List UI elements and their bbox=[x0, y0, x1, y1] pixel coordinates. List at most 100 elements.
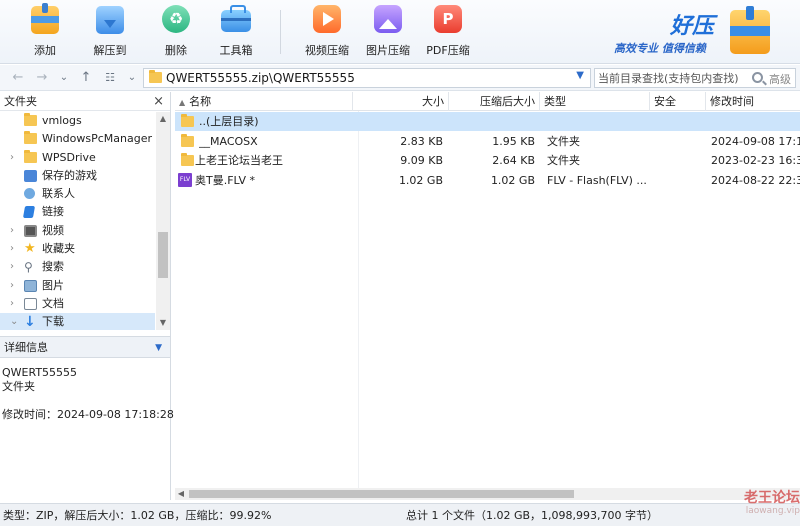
chevron-right-icon[interactable]: › bbox=[10, 277, 14, 295]
column-name-label: 名称 bbox=[189, 95, 212, 108]
recycle-icon: ♻ bbox=[159, 2, 193, 36]
chevron-right-icon[interactable]: › bbox=[10, 149, 14, 167]
file-name: 上老王论坛当老王 bbox=[195, 154, 283, 167]
tree-item-windowspcmanager[interactable]: WindowsPcManager bbox=[0, 130, 155, 148]
video-compress-icon bbox=[310, 2, 344, 36]
video-compress-label: 视频压缩 bbox=[305, 44, 349, 57]
tree-item-label: 链接 bbox=[42, 205, 64, 219]
video-compress-button[interactable]: 视频压缩 bbox=[296, 2, 358, 62]
scroll-up-icon[interactable]: ▲ bbox=[156, 112, 170, 126]
details-header[interactable]: 详细信息 ▼ bbox=[0, 336, 170, 358]
add-box-icon bbox=[28, 2, 62, 36]
tree-item-links[interactable]: 链接 bbox=[0, 203, 155, 221]
search-input[interactable] bbox=[595, 69, 763, 87]
file-row[interactable]: __MACOSX 2.83 KB 1.95 KB 文件夹 2024-09-08 … bbox=[175, 132, 800, 151]
toolbar: 添加 解压到 ♻ 删除 工具箱 视频压缩 图片压缩 P PDF压缩 好压 高效专… bbox=[0, 0, 800, 64]
file-size: 9.09 KB bbox=[400, 154, 443, 167]
file-name: __MACOSX bbox=[199, 135, 258, 148]
search-icon[interactable] bbox=[752, 72, 763, 83]
chevron-right-icon[interactable]: › bbox=[10, 258, 14, 276]
file-name: ..(上层目录) bbox=[199, 115, 259, 128]
tree-item-videos[interactable]: › 视频 bbox=[0, 222, 155, 240]
chevron-right-icon[interactable]: › bbox=[10, 295, 14, 313]
tree-item-favorites[interactable]: › ★ 收藏夹 bbox=[0, 240, 155, 258]
folder-icon bbox=[181, 134, 194, 147]
chevron-right-icon[interactable]: › bbox=[10, 222, 14, 240]
toolbox-button[interactable]: 工具箱 bbox=[205, 2, 267, 62]
contacts-icon bbox=[24, 188, 35, 200]
file-list-horizontal-scrollbar[interactable]: ◀ bbox=[175, 488, 800, 500]
file-row-parent-dir[interactable]: ..(上层目录) bbox=[175, 112, 800, 131]
view-chevron-icon[interactable]: ⌄ bbox=[124, 69, 140, 87]
folder-icon bbox=[24, 149, 37, 163]
tree-item-downloads[interactable]: ⌄ ↓ 下载 bbox=[0, 313, 155, 330]
left-pane: 文件夹 × vmlogs WindowsPcManager › WPSDrive… bbox=[0, 92, 174, 500]
forward-arrow-icon[interactable]: → bbox=[34, 69, 50, 87]
file-size: 2.83 KB bbox=[400, 135, 443, 148]
chevron-down-icon[interactable]: ⌄ bbox=[10, 313, 18, 330]
image-compress-icon bbox=[371, 2, 405, 36]
file-modified: 2024-08-22 22:39 bbox=[711, 174, 800, 187]
image-compress-button[interactable]: 图片压缩 bbox=[357, 2, 419, 62]
watermark: 老王论坛 laowang.vip bbox=[722, 490, 800, 516]
tree-item-documents[interactable]: › 文档 bbox=[0, 295, 155, 313]
file-row[interactable]: 上老王论坛当老王 9.09 KB 2.64 KB 文件夹 2023-02-23 … bbox=[175, 151, 800, 170]
saved-games-icon bbox=[24, 169, 37, 182]
tree-item-label: 联系人 bbox=[42, 187, 75, 201]
view-toggle-icon[interactable]: ☷ bbox=[102, 69, 118, 87]
folder-tree: vmlogs WindowsPcManager › WPSDrive 保存的游戏… bbox=[0, 112, 155, 330]
folder-icon bbox=[24, 113, 37, 126]
flv-file-icon: FLV bbox=[178, 173, 192, 187]
tree-item-label: 视频 bbox=[42, 223, 64, 237]
search-folder-icon: ⚲ bbox=[24, 260, 33, 275]
tree-item-vmlogs[interactable]: vmlogs bbox=[0, 112, 155, 130]
image-compress-label: 图片压缩 bbox=[366, 44, 410, 57]
brand-logo: 好压 高效专业 值得信赖 bbox=[612, 6, 797, 60]
add-button[interactable]: 添加 bbox=[14, 2, 76, 62]
tree-item-label: vmlogs bbox=[42, 114, 82, 127]
brand-slogan: 高效专业 值得信赖 bbox=[614, 42, 706, 55]
downloads-icon: ↓ bbox=[24, 314, 36, 330]
file-modified: 2023-02-23 16:37 bbox=[711, 154, 800, 167]
advanced-search-button[interactable]: 高级 bbox=[769, 71, 791, 87]
column-type[interactable]: 类型 bbox=[540, 92, 650, 111]
details-name: QWERT55555 bbox=[2, 366, 78, 379]
extract-to-button[interactable]: 解压到 bbox=[79, 2, 141, 62]
column-modified[interactable]: 修改时间 bbox=[706, 92, 800, 111]
tree-item-saved-games[interactable]: 保存的游戏 bbox=[0, 167, 155, 185]
file-row[interactable]: FLV 奥T曼.FLV * 1.02 GB 1.02 GB FLV - Flas… bbox=[175, 171, 800, 190]
file-name: 奥T曼.FLV * bbox=[195, 174, 255, 187]
back-arrow-icon[interactable]: ← bbox=[10, 69, 26, 87]
scroll-left-icon[interactable]: ◀ bbox=[175, 488, 187, 500]
address-dropdown-icon[interactable]: ▼ bbox=[576, 70, 584, 81]
file-size: 1.02 GB bbox=[398, 174, 443, 187]
status-bar: 类型：ZIP，解压后大小：1.02 GB，压缩比：99.92% 总计 1 个文件… bbox=[0, 503, 800, 526]
history-chevron-icon[interactable]: ⌄ bbox=[56, 69, 72, 87]
column-security[interactable]: 安全 bbox=[650, 92, 706, 111]
column-type-label: 类型 bbox=[544, 95, 566, 108]
toolbox-label: 工具箱 bbox=[219, 44, 253, 57]
address-field[interactable]: QWERT55555.zip\QWERT55555 ▼ bbox=[143, 68, 591, 88]
file-type: 文件夹 bbox=[547, 135, 580, 148]
column-size[interactable]: 大小 bbox=[353, 92, 449, 111]
documents-icon bbox=[24, 297, 37, 310]
folder-tree-scrollbar[interactable]: ▲ ▼ bbox=[156, 112, 170, 330]
pdf-compress-button[interactable]: P PDF压缩 bbox=[417, 2, 479, 62]
scrollbar-thumb[interactable] bbox=[158, 232, 168, 278]
tree-item-search[interactable]: › ⚲ 搜索 bbox=[0, 258, 155, 276]
column-name[interactable]: ▲ 名称 bbox=[175, 92, 353, 111]
tree-item-contacts[interactable]: 联系人 bbox=[0, 185, 155, 203]
tree-item-pictures[interactable]: › 图片 bbox=[0, 277, 155, 295]
extract-box-icon bbox=[93, 2, 127, 36]
chevron-right-icon[interactable]: › bbox=[10, 240, 14, 258]
scrollbar-thumb[interactable] bbox=[189, 490, 574, 498]
chevron-down-icon[interactable]: ▼ bbox=[155, 337, 162, 359]
brand-box-icon bbox=[730, 6, 770, 54]
tree-item-wpsdrive[interactable]: › WPSDrive bbox=[0, 149, 155, 167]
details-panel: QWERT55555 文件夹 修改时间：2024-09-08 17:18:28 bbox=[2, 366, 174, 422]
column-compressed-size[interactable]: 压缩后大小 bbox=[449, 92, 540, 111]
scroll-down-icon[interactable]: ▼ bbox=[156, 316, 170, 330]
delete-button[interactable]: ♻ 删除 bbox=[145, 2, 207, 62]
up-arrow-icon[interactable]: ↑ bbox=[78, 69, 94, 87]
close-icon[interactable]: × bbox=[153, 92, 164, 111]
